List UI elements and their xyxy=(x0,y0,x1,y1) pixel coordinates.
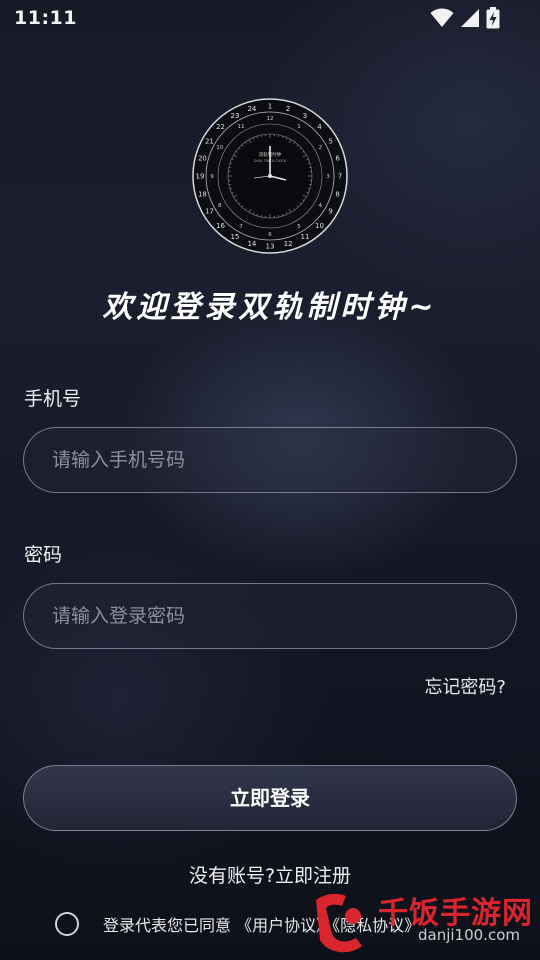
login-button[interactable]: 立即登录 xyxy=(23,765,517,831)
clock-dial-number: 4 xyxy=(317,123,322,131)
dual-track-clock-logo: 1 2 3 4 5 6 7 8 9 10 11 12 13 14 15 16 17 18 19 20 21 22 23 24 1… xyxy=(192,98,348,254)
clock-dial-number: 16 xyxy=(216,222,225,230)
clock-inner-number: 5 xyxy=(297,224,301,230)
clock-inner-number: 8 xyxy=(218,203,222,209)
watermark: 千饭手游网 danji100.com xyxy=(300,886,540,960)
forgot-password-link[interactable]: 忘记密码? xyxy=(424,673,506,699)
welcome-title: 欢迎登录双轨制时钟~ xyxy=(102,290,438,325)
clock-dial-number: 2 xyxy=(286,105,290,113)
clock-dial-number: 10 xyxy=(315,222,324,230)
clock-dial-number: 7 xyxy=(338,173,342,181)
status-icons xyxy=(430,7,500,29)
clock-dial-number: 19 xyxy=(196,173,205,181)
clock-inner-number: 11 xyxy=(238,124,245,130)
register-link[interactable]: 立即注册 xyxy=(275,865,351,887)
status-time: 11:11 xyxy=(14,7,77,29)
clock-dial-number: 24 xyxy=(247,105,256,113)
clock-dial-number: 17 xyxy=(205,208,214,216)
wifi-icon xyxy=(430,8,454,28)
clock-inner-number: 12 xyxy=(267,116,274,122)
clock-dial-number: 11 xyxy=(301,233,310,241)
battery-charging-icon xyxy=(486,7,500,29)
clock-inner-number: 1 xyxy=(297,124,301,130)
clock-inner-number: 7 xyxy=(239,224,243,230)
clock-dial-number: 15 xyxy=(231,233,240,241)
password-input-container[interactable] xyxy=(23,583,517,649)
clock-inner-number: 9 xyxy=(210,174,214,180)
clock-dial-number: 6 xyxy=(335,154,340,162)
password-label: 密码 xyxy=(24,544,63,566)
clock-inner-number: 10 xyxy=(216,145,223,151)
clock-dial-number: 23 xyxy=(231,112,240,120)
phone-input-container[interactable] xyxy=(23,427,517,493)
clock-inner-number: 6 xyxy=(268,232,272,238)
clock-dial-number: 22 xyxy=(216,123,225,131)
status-bar: 11:11 xyxy=(0,0,540,36)
agreement-checkbox[interactable] xyxy=(55,912,79,936)
clock-dial-number: 9 xyxy=(328,208,332,216)
password-input[interactable] xyxy=(24,584,516,648)
clock-inner-number: 4 xyxy=(318,203,322,209)
watermark-logo-icon xyxy=(316,893,362,953)
clock-dial-number: 21 xyxy=(205,138,214,146)
clock-dial-number: 1 xyxy=(268,103,272,111)
clock-inner-number: 2 xyxy=(318,145,322,151)
clock-dial-number: 13 xyxy=(266,243,275,251)
clock-dial-number: 14 xyxy=(247,240,256,248)
signal-icon xyxy=(460,8,480,28)
agreement-prefix: 登录代表您已同意 xyxy=(103,916,232,935)
phone-input[interactable] xyxy=(24,428,516,492)
clock-dial-number: 18 xyxy=(198,191,207,199)
clock-dial-number: 20 xyxy=(198,154,207,162)
watermark-url: danji100.com xyxy=(418,926,520,944)
register-line: 没有账号?立即注册 xyxy=(0,861,540,888)
clock-inner-number: 3 xyxy=(326,174,330,180)
register-prompt: 没有账号? xyxy=(188,865,276,887)
clock-dial-number: 8 xyxy=(335,191,339,199)
clock-dial-number: 12 xyxy=(284,240,293,248)
clock-dial-number: 3 xyxy=(303,112,307,120)
phone-label: 手机号 xyxy=(24,388,82,410)
clock-dial-number: 5 xyxy=(328,138,332,146)
